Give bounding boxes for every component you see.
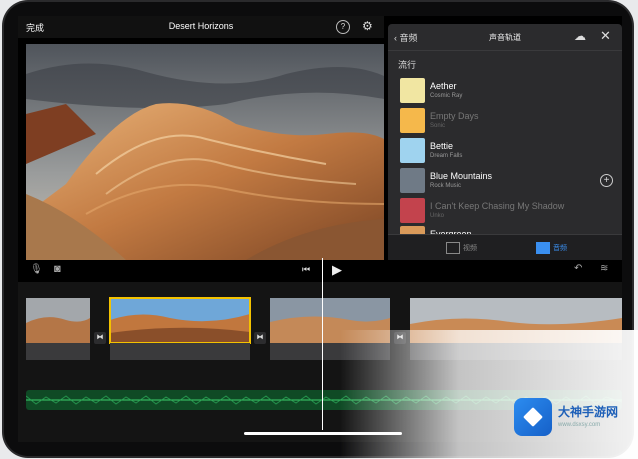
media-tab-bar: 视频 音频 [388, 234, 622, 260]
close-icon[interactable]: ✕ [600, 28, 611, 44]
track-item[interactable]: I Can't Keep Chasing My Shadow Unko [400, 198, 622, 224]
camera-icon[interactable]: ◙ [54, 263, 61, 275]
section-label: 流行 [398, 60, 417, 70]
track-artist: Cosmic Ray [430, 93, 463, 99]
mic-icon[interactable]: 🎙 [30, 264, 43, 275]
film-icon [446, 242, 460, 254]
watermark-logo-icon [514, 398, 552, 436]
track-item[interactable]: Bettie Dream Falls [400, 138, 622, 164]
track-artist: Unko [430, 213, 445, 219]
undo-icon[interactable]: ↶ [574, 263, 582, 274]
album-art [400, 168, 425, 193]
watermark-url: www.dsxsy.com [558, 422, 601, 428]
track-title: Empty Days [430, 111, 479, 121]
track-title: I Can't Keep Chasing My Shadow [430, 201, 565, 211]
tab-video[interactable]: 视频 [446, 242, 477, 254]
track-artist: Rock Music [430, 183, 462, 189]
settings-icon[interactable]: ⚙ [362, 19, 373, 33]
panel-header: ‹ 音频 声音轨道 ☁ ✕ [388, 24, 622, 51]
track-title: Blue Mountains [430, 171, 493, 181]
audio-browser-panel: ‹ 音频 声音轨道 ☁ ✕ 流行 Aether Cosmic Ray Empty… [388, 24, 622, 260]
top-bar: 完成 Desert Horizons ? ⚙ [18, 16, 384, 38]
track-item[interactable]: Empty Days Sonic [400, 108, 622, 134]
album-art [400, 138, 425, 163]
skip-back-icon[interactable]: ⏮ [302, 264, 310, 275]
track-title: Aether [430, 81, 457, 91]
watermark-text: 大神手游网 [558, 405, 619, 419]
tab-label: 音频 [553, 244, 567, 252]
help-icon[interactable]: ? [336, 20, 350, 34]
waveform-icon[interactable]: ≋ [600, 263, 608, 274]
track-item[interactable]: Blue Mountains Rock Music + [400, 168, 622, 194]
track-item[interactable]: Aether Cosmic Ray [400, 78, 622, 104]
tab-label: 视频 [463, 244, 477, 252]
album-art [400, 108, 425, 133]
album-art [400, 78, 425, 103]
playback-controls: 🎙 ◙ ⏮ ▶ ↶ ≋ [18, 260, 622, 280]
album-art [400, 198, 425, 223]
cloud-download-icon[interactable]: ☁ [574, 29, 586, 43]
track-artist: Dream Falls [430, 153, 463, 159]
playhead[interactable] [322, 258, 323, 430]
music-note-icon [536, 242, 550, 254]
video-clip[interactable] [26, 298, 90, 360]
track-artist: Sonic [430, 123, 446, 129]
play-icon[interactable]: ▶ [332, 262, 342, 278]
transition-icon[interactable]: ⧓ [94, 332, 106, 344]
tab-audio[interactable]: 音频 [536, 242, 567, 254]
transition-icon[interactable]: ⧓ [254, 332, 266, 344]
video-preview[interactable] [26, 44, 384, 260]
add-icon[interactable]: + [600, 174, 613, 187]
track-title: Bettie [430, 141, 454, 151]
project-title: Desert Horizons [168, 21, 234, 31]
video-clip-selected[interactable] [109, 297, 251, 360]
panel-title: 声音轨道 [489, 33, 521, 42]
watermark-fade [340, 330, 638, 459]
